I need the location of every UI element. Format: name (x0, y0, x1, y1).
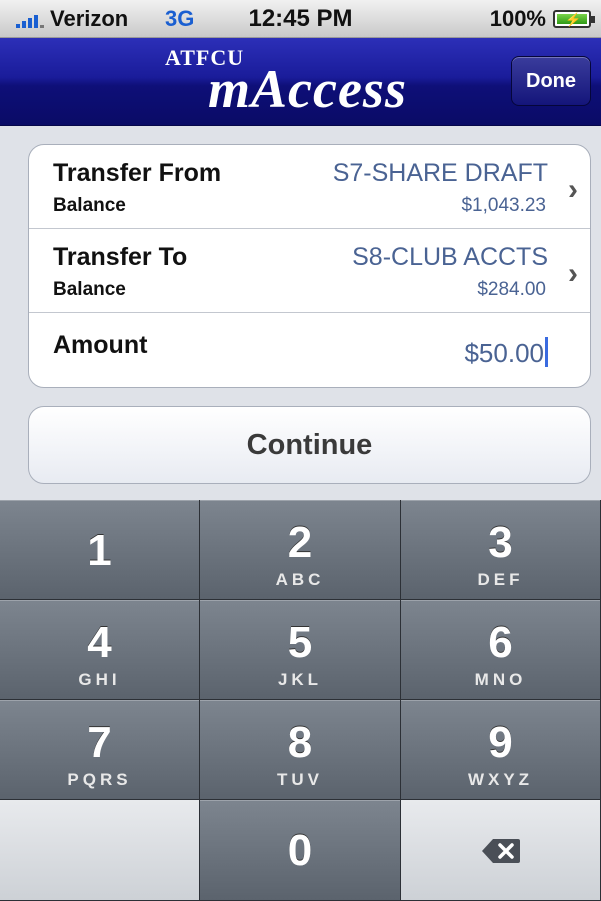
key-letters: ABC (275, 570, 325, 589)
signal-strength-icon (16, 12, 44, 28)
key-1[interactable]: 1 (0, 500, 200, 600)
delete-key[interactable] (401, 800, 601, 901)
transfer-form-area: Transfer From Balance S7-SHARE DRAFT $1,… (0, 126, 601, 500)
key-digit: 4 (87, 618, 112, 667)
amount-label: Amount (53, 331, 148, 359)
key-8[interactable]: 8 TUV (200, 700, 401, 800)
battery-percent: 100% (489, 6, 546, 31)
key-letters: JKL (277, 670, 323, 689)
brand-logo-text: mAccess (208, 59, 407, 119)
transfer-to-account: S8-CLUB ACCTS (352, 243, 548, 271)
network-type: 3G (165, 6, 195, 31)
key-9[interactable]: 9 WXYZ (401, 700, 601, 800)
amount-row[interactable]: Amount $50.00 (29, 313, 590, 387)
transfer-to-row[interactable]: Transfer To Balance S8-CLUB ACCTS $284.0… (29, 229, 590, 313)
transfer-from-balance-label: Balance (53, 195, 126, 216)
key-digit: 2 (287, 518, 313, 567)
carrier-name: Verizon (50, 6, 129, 31)
chevron-right-icon: › (568, 173, 578, 206)
key-letters: MNO (474, 670, 527, 689)
transfer-to-balance-label: Balance (53, 279, 126, 300)
key-digit: 5 (287, 618, 313, 667)
key-digit: 3 (488, 518, 513, 567)
key-letters: TUV (277, 770, 323, 789)
key-digit: 6 (488, 618, 513, 667)
transfer-from-label: Transfer From (53, 159, 222, 187)
key-letters: GHI (78, 670, 121, 689)
transfer-to-label: Transfer To (53, 243, 188, 271)
done-button[interactable]: Done (511, 56, 591, 106)
key-digit: 9 (488, 718, 513, 767)
continue-button[interactable]: Continue (28, 406, 591, 484)
key-letters: PQRS (67, 770, 132, 789)
key-digit: 7 (87, 718, 112, 767)
battery-icon: ⚡ (553, 10, 595, 28)
numeric-keypad: 1 2 ABC 3 DEF 4 GHI 5 JKL 6 MNO 7 PQRS 8… (0, 500, 601, 901)
key-letters: DEF (477, 570, 524, 589)
key-7[interactable]: 7 PQRS (0, 700, 200, 800)
key-0[interactable]: 0 (200, 800, 401, 901)
key-digit: 0 (287, 826, 313, 875)
transfer-from-balance: $1,043.23 (461, 195, 546, 216)
key-3[interactable]: 3 DEF (401, 500, 601, 600)
backspace-icon (482, 839, 520, 863)
transfer-form-group: Transfer From Balance S7-SHARE DRAFT $1,… (28, 144, 591, 388)
chevron-right-icon: › (568, 257, 578, 290)
key-letters: WXYZ (467, 770, 534, 789)
status-bar: Verizon 3G 12:45 PM 100% ⚡ (0, 0, 601, 38)
key-4[interactable]: 4 GHI (0, 600, 200, 700)
key-blank (0, 800, 200, 901)
transfer-to-balance: $284.00 (477, 279, 546, 300)
transfer-from-row[interactable]: Transfer From Balance S7-SHARE DRAFT $1,… (29, 145, 590, 229)
transfer-from-account: S7-SHARE DRAFT (332, 159, 548, 187)
key-6[interactable]: 6 MNO (401, 600, 601, 700)
navigation-bar: ATFCU mAccess Done (0, 38, 601, 126)
key-digit: 1 (87, 526, 112, 575)
key-2[interactable]: 2 ABC (200, 500, 401, 600)
text-cursor (545, 337, 548, 367)
amount-value: $50.00 (464, 338, 544, 368)
amount-input[interactable]: $50.00 (464, 337, 548, 369)
key-digit: 8 (287, 718, 313, 767)
key-5[interactable]: 5 JKL (200, 600, 401, 700)
